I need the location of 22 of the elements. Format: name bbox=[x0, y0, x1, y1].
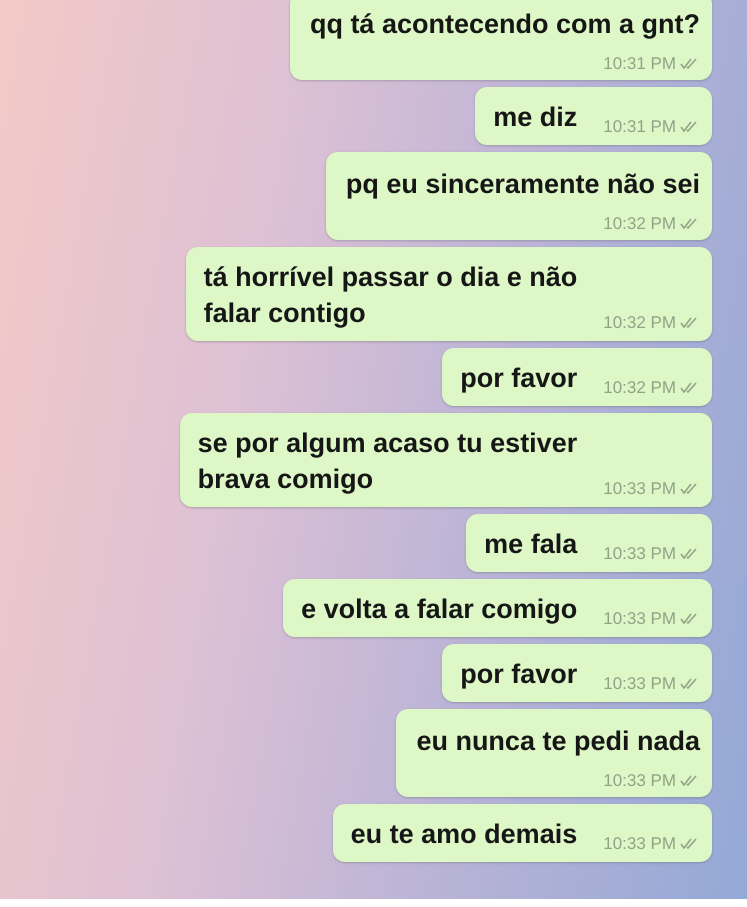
message-text: eu nunca te pedi nada bbox=[416, 725, 700, 758]
message-text: se por algum acaso tu estiver brava comigo bbox=[198, 427, 578, 496]
message-time: 10:32 PM bbox=[603, 378, 676, 398]
message-text: tá horrível passar o dia e não falar contigo bbox=[204, 261, 578, 330]
message-text: me fala bbox=[484, 528, 578, 561]
message-text: por favor bbox=[460, 362, 578, 395]
message-time: 10:33 PM bbox=[603, 771, 676, 791]
message-time: 10:31 PM bbox=[603, 117, 676, 137]
message-time: 10:33 PM bbox=[603, 834, 676, 854]
message-text: eu te amo demais bbox=[350, 818, 578, 851]
message-text: e volta a falar comigo bbox=[301, 593, 578, 626]
message-time: 10:33 PM bbox=[603, 544, 676, 564]
message-time: 10:32 PM bbox=[603, 313, 676, 333]
message-time: 10:33 PM bbox=[603, 479, 676, 499]
message-text: por favor bbox=[460, 658, 578, 691]
message-time: 10:31 PM bbox=[603, 54, 676, 74]
message-time: 10:33 PM bbox=[603, 674, 676, 694]
message-time: 10:32 PM bbox=[603, 214, 676, 234]
message-time: 10:33 PM bbox=[603, 609, 676, 629]
message-text: me diz bbox=[493, 101, 578, 134]
message-text: pq eu sinceramente não sei bbox=[346, 168, 700, 201]
message-text: qq tá acontecendo com a gnt? bbox=[310, 8, 700, 41]
